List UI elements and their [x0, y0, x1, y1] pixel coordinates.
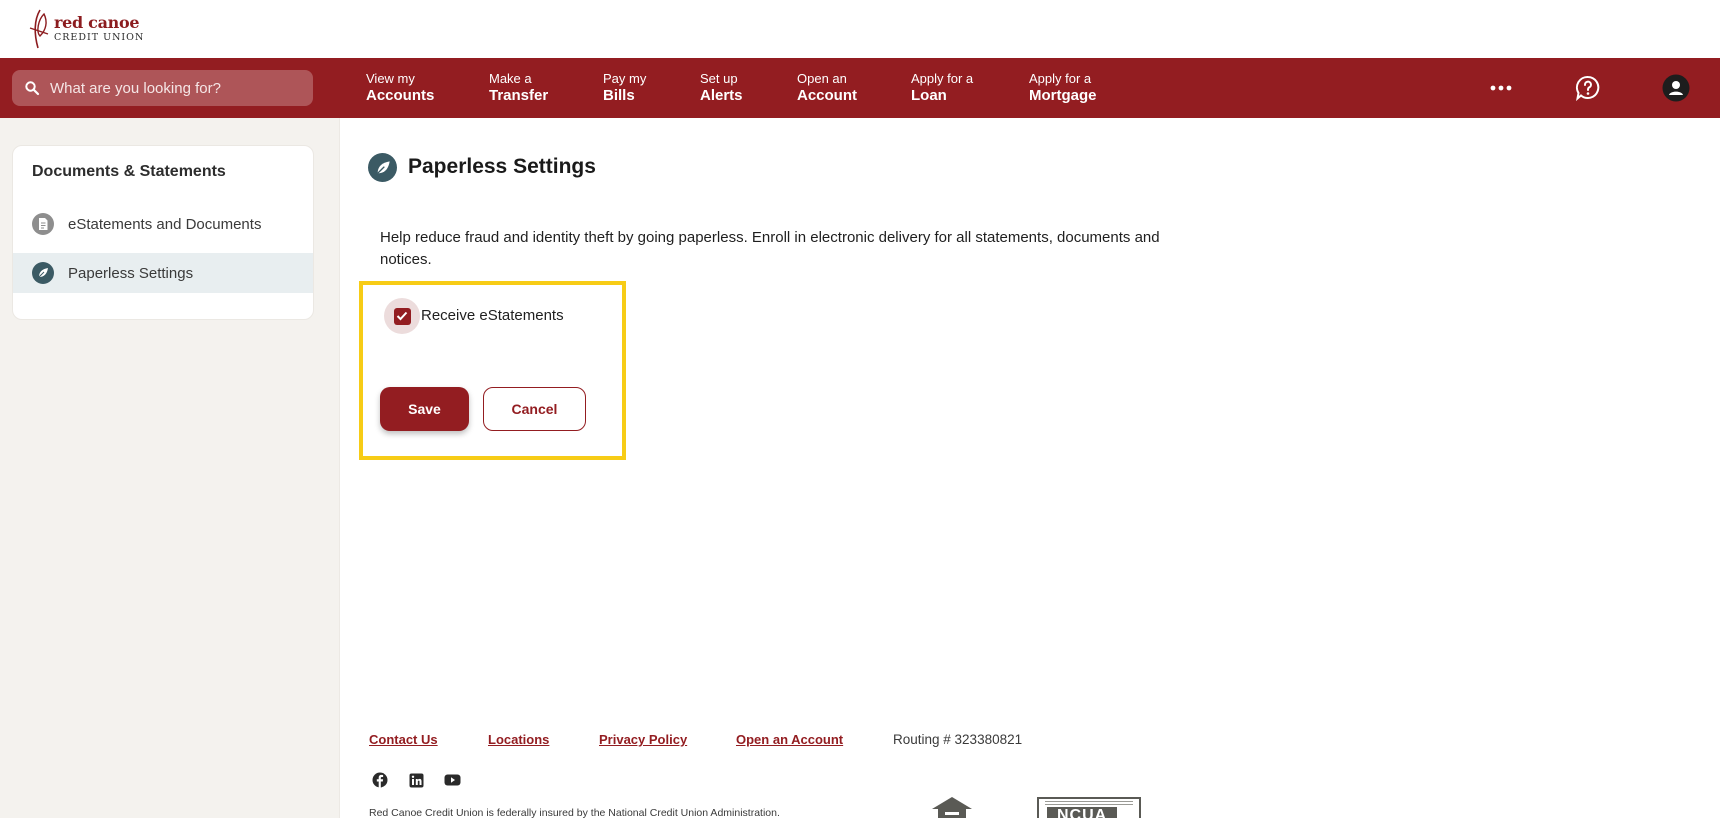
nav-label-small: Apply for a	[1029, 71, 1092, 86]
nav-label-small: Pay my	[603, 71, 647, 86]
profile-icon	[1662, 74, 1690, 102]
youtube-icon	[444, 774, 460, 786]
nav-label-small: Set up	[700, 71, 738, 86]
document-icon	[32, 213, 54, 235]
footer-link-privacy[interactable]: Privacy Policy	[599, 732, 687, 747]
equal-housing-lender-icon	[928, 795, 976, 818]
footer-link-locations[interactable]: Locations	[488, 732, 549, 747]
main-nav: View my Accounts Make a Transfer Pay my …	[0, 58, 1720, 118]
nav-make-transfer[interactable]: Make a Transfer	[489, 72, 548, 103]
ncua-disclaimer: Red Canoe Credit Union is federally insu…	[369, 807, 780, 818]
nav-label: Transfer	[489, 87, 549, 104]
more-icon	[1490, 85, 1512, 91]
checkbox-label[interactable]: Receive eStatements	[421, 307, 564, 324]
sidebar-item-estatements[interactable]: eStatements and Documents	[13, 204, 313, 244]
nav-label: Mortgage	[1029, 87, 1097, 104]
nav-label-small: Apply for a	[911, 71, 974, 86]
cancel-button[interactable]: Cancel	[483, 387, 586, 431]
search-bar[interactable]	[12, 70, 313, 106]
nav-label: Loan	[911, 87, 947, 104]
nav-view-accounts[interactable]: View my Accounts	[366, 72, 434, 103]
nav-label-small: Make a	[489, 71, 532, 86]
nav-apply-loan[interactable]: Apply for a Loan	[911, 72, 973, 103]
logo-bar: red canoe CREDIT UNION	[0, 0, 1720, 58]
nav-pay-bills[interactable]: Pay my Bills	[603, 72, 646, 103]
nav-label-small: Open an	[797, 71, 847, 86]
nav-label: Alerts	[700, 87, 743, 104]
nav-label: Account	[797, 87, 857, 104]
sidebar-item-label: eStatements and Documents	[68, 215, 262, 233]
ncua-label: NCUA	[1047, 807, 1118, 818]
nav-label-small: View my	[366, 71, 415, 86]
leaf-icon	[368, 153, 397, 182]
help-button[interactable]	[1573, 73, 1603, 103]
leaf-icon	[32, 262, 54, 284]
footer-link-contact[interactable]: Contact Us	[369, 732, 438, 747]
more-button[interactable]	[1486, 73, 1516, 103]
sidebar-item-paperless[interactable]: Paperless Settings	[13, 253, 313, 293]
ncua-fine-print	[1045, 801, 1133, 805]
linkedin-link[interactable]	[406, 770, 426, 790]
page-title: Paperless Settings	[408, 155, 596, 178]
nav-label: Accounts	[366, 87, 435, 104]
canoe-logo-icon	[29, 9, 49, 49]
nav-open-account[interactable]: Open an Account	[797, 72, 857, 103]
youtube-link[interactable]	[442, 770, 462, 790]
help-chat-icon	[1575, 76, 1600, 101]
facebook-link[interactable]	[370, 770, 390, 790]
facebook-icon	[372, 772, 388, 788]
brand-logo[interactable]: red canoe CREDIT UNION	[26, 8, 144, 50]
routing-number: Routing # 323380821	[893, 732, 1023, 747]
search-input[interactable]	[50, 79, 300, 97]
brand-subtitle: CREDIT UNION	[54, 32, 145, 44]
nav-apply-mortgage[interactable]: Apply for a Mortgage	[1029, 72, 1097, 103]
sidebar-item-label: Paperless Settings	[68, 264, 194, 282]
paperless-description: Help reduce fraud and identity theft by …	[380, 229, 1160, 268]
receive-estatements-checkbox[interactable]	[384, 298, 420, 334]
profile-button[interactable]	[1661, 73, 1691, 103]
nav-setup-alerts[interactable]: Set up Alerts	[700, 72, 743, 103]
sidebar: Documents & Statements eStatements and D…	[12, 145, 314, 320]
footer-link-open-account[interactable]: Open an Account	[736, 732, 843, 747]
checkmark-icon	[396, 311, 408, 321]
nav-label: Bills	[603, 87, 635, 104]
ncua-logo: NCUA	[1037, 797, 1141, 818]
search-icon	[25, 81, 40, 96]
linkedin-icon	[409, 773, 423, 787]
brand-name: red canoe	[54, 13, 140, 33]
save-button[interactable]: Save	[380, 387, 469, 431]
checkbox-checked	[393, 307, 411, 325]
sidebar-title: Documents & Statements	[32, 163, 226, 180]
